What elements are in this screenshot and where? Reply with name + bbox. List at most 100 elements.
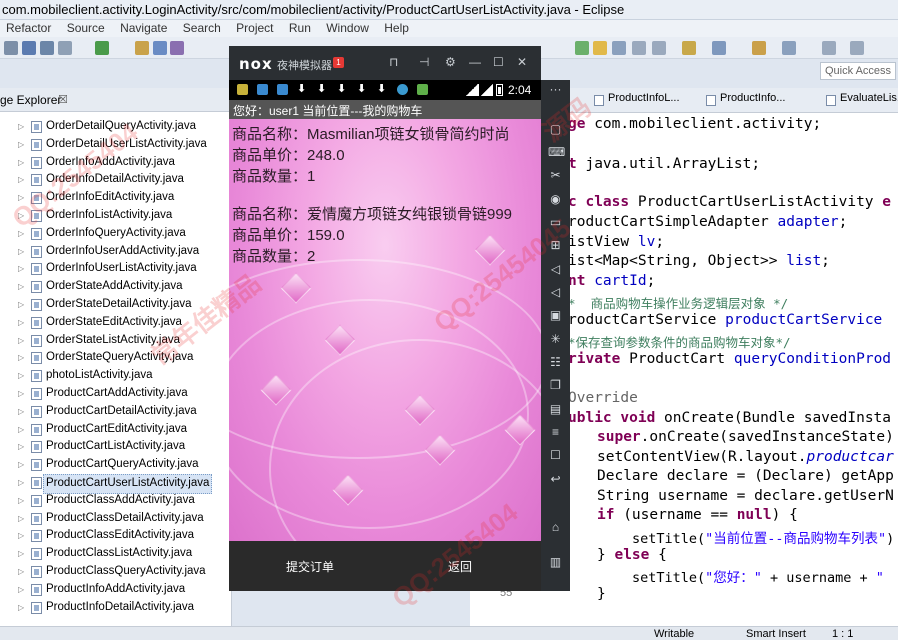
expand-arrow-icon[interactable]: ▷ <box>18 492 24 510</box>
file-tree-item[interactable]: ▷ OrderInfoListActivity.java <box>0 207 232 225</box>
run-icon[interactable] <box>575 41 589 55</box>
expand-arrow-icon[interactable]: ▷ <box>18 527 24 545</box>
toolbox-icon[interactable]: ▤ <box>548 402 563 416</box>
maximize-icon[interactable]: ☐ <box>493 55 504 69</box>
file-tree-item[interactable]: ▷ ProductClassEditActivity.java <box>0 527 232 545</box>
gear-icon[interactable]: ⚙ <box>445 55 456 69</box>
editor-tab-2[interactable]: ProductInfo... <box>706 92 785 112</box>
file-tree-item[interactable]: ▷ ProductCartAddActivity.java <box>0 385 232 403</box>
file-tree-item[interactable]: ▷ ProductCartQueryActivity.java <box>0 456 232 474</box>
expand-arrow-icon[interactable]: ▷ <box>18 207 24 225</box>
pilcrow-icon[interactable] <box>652 41 666 55</box>
file-tree-item[interactable]: ▷ OrderStateAddActivity.java <box>0 278 232 296</box>
expand-arrow-icon[interactable]: ▷ <box>18 385 24 403</box>
search-icon[interactable] <box>153 41 167 55</box>
screenshot-icon[interactable]: ▢ <box>548 122 563 136</box>
file-tree-item[interactable]: ▷ OrderInfoUserAddActivity.java <box>0 243 232 261</box>
scissors-icon[interactable]: ✂ <box>548 168 563 182</box>
menu-project[interactable]: Project <box>236 20 273 37</box>
save-icon[interactable] <box>22 41 36 55</box>
shake-icon[interactable]: ✳ <box>548 332 563 346</box>
keyboard-icon[interactable]: ⌨ <box>548 145 565 159</box>
more-icon[interactable]: ··· <box>548 82 563 96</box>
close-icon[interactable]: ✕ <box>517 55 527 69</box>
expand-arrow-icon[interactable]: ▷ <box>18 136 24 154</box>
expand-arrow-icon[interactable]: ▷ <box>18 296 24 314</box>
file-tree-item[interactable]: ▷ OrderInfoEditActivity.java <box>0 189 232 207</box>
expand-arrow-icon[interactable]: ▷ <box>18 581 24 599</box>
file-tree-item[interactable]: ▷ ProductClassQueryActivity.java <box>0 563 232 581</box>
file-tree-item[interactable]: ▷ OrderDetailQueryActivity.java <box>0 118 232 136</box>
submit-order-button[interactable]: 提交订单 <box>286 558 334 575</box>
file-tree-item[interactable]: ▷ OrderInfoQueryActivity.java <box>0 225 232 243</box>
expand-arrow-icon[interactable]: ▷ <box>18 421 24 439</box>
expand-arrow-icon[interactable]: ▷ <box>18 332 24 350</box>
expand-arrow-icon[interactable]: ▷ <box>18 171 24 189</box>
menu-window[interactable]: Window <box>326 20 369 37</box>
toggle-icon[interactable] <box>612 41 626 55</box>
back-button[interactable]: 返回 <box>448 558 472 575</box>
file-tree-item[interactable]: ▷ OrderDetailUserListActivity.java <box>0 136 232 154</box>
quick-access-input[interactable]: Quick Access <box>820 62 896 80</box>
file-tree-item[interactable]: ▷ photoListActivity.java <box>0 367 232 385</box>
editor-tab-1[interactable]: ProductInfoL... <box>594 92 680 112</box>
expand-arrow-icon[interactable]: ▷ <box>18 438 24 456</box>
menu-help[interactable]: Help <box>384 20 409 37</box>
highlight-icon[interactable] <box>593 41 607 55</box>
expand-arrow-icon[interactable]: ▷ <box>18 278 24 296</box>
back-icon[interactable] <box>752 41 766 55</box>
expand-arrow-icon[interactable]: ▷ <box>18 599 24 617</box>
file-tree-item[interactable]: ▷ ProductCartListActivity.java <box>0 438 232 456</box>
macro-icon[interactable]: ☷ <box>548 355 563 369</box>
pin-icon[interactable] <box>822 41 836 55</box>
menu-refactor[interactable]: Refactor <box>6 20 51 37</box>
annotation-icon[interactable] <box>682 41 696 55</box>
new-icon[interactable] <box>4 41 18 55</box>
menu-source[interactable]: Source <box>67 20 105 37</box>
location-icon[interactable]: ◉ <box>548 192 563 206</box>
expand-arrow-icon[interactable]: ▷ <box>18 225 24 243</box>
open-type-icon[interactable] <box>135 41 149 55</box>
expand-arrow-icon[interactable]: ▷ <box>18 367 24 385</box>
menu-search[interactable]: Search <box>183 20 221 37</box>
perspective-icon[interactable] <box>850 41 864 55</box>
close-icon[interactable]: ☒ <box>58 93 68 106</box>
apk-icon[interactable]: ▣ <box>548 308 563 322</box>
multi-instance-icon[interactable]: ❐ <box>548 378 563 392</box>
forward-icon[interactable] <box>782 41 796 55</box>
expand-arrow-icon[interactable]: ▷ <box>18 456 24 474</box>
overview-icon[interactable]: ▥ <box>548 555 563 569</box>
expand-arrow-icon[interactable]: ▷ <box>18 189 24 207</box>
file-tree-item[interactable]: ▷ ProductClassAddActivity.java <box>0 492 232 510</box>
volume-up-icon[interactable]: ◁ <box>548 262 563 276</box>
print-icon[interactable] <box>58 41 72 55</box>
menu-run[interactable]: Run <box>289 20 311 37</box>
block-icon[interactable] <box>632 41 646 55</box>
expand-arrow-icon[interactable]: ▷ <box>18 314 24 332</box>
pin-icon[interactable]: ⊣ <box>419 55 429 69</box>
file-tree-item[interactable]: ▷ ProductCartDetailActivity.java <box>0 403 232 421</box>
file-tree-item[interactable]: ▷ OrderStateDetailActivity.java <box>0 296 232 314</box>
menu-navigate[interactable]: Navigate <box>120 20 167 37</box>
screen-record-icon[interactable]: ▭ <box>548 215 563 229</box>
file-tree-item[interactable]: ▷ ProductClassListActivity.java <box>0 545 232 563</box>
prev-annotation-icon[interactable] <box>712 41 726 55</box>
editor-tab-3[interactable]: EvaluateLis... <box>826 92 898 112</box>
expand-arrow-icon[interactable]: ▷ <box>18 563 24 581</box>
multi-window-icon[interactable]: ⊓ <box>389 55 398 69</box>
file-tree-item[interactable]: ▷ OrderInfoDetailActivity.java <box>0 171 232 189</box>
expand-arrow-icon[interactable]: ▷ <box>18 403 24 421</box>
file-tree-item[interactable]: ▷ ProductCartUserListActivity.java <box>0 473 232 494</box>
file-tree-item[interactable]: ▷ OrderInfoAddActivity.java <box>0 154 232 172</box>
file-tree-item[interactable]: ▷ ProductInfoDetailActivity.java <box>0 599 232 617</box>
volume-down-icon[interactable]: ◁ <box>548 285 563 299</box>
file-tree-item[interactable]: ▷ ProductInfoAddActivity.java <box>0 581 232 599</box>
check-icon[interactable] <box>95 41 109 55</box>
home-icon[interactable]: ⌂ <box>548 520 563 534</box>
file-tree-item[interactable]: ▷ OrderStateEditActivity.java <box>0 314 232 332</box>
save-all-icon[interactable] <box>40 41 54 55</box>
expand-arrow-icon[interactable]: ▷ <box>18 243 24 261</box>
recent-apps-icon[interactable]: ☐ <box>548 448 563 462</box>
file-tree-item[interactable]: ▷ ProductClassDetailActivity.java <box>0 510 232 528</box>
minimize-icon[interactable]: — <box>469 55 481 69</box>
